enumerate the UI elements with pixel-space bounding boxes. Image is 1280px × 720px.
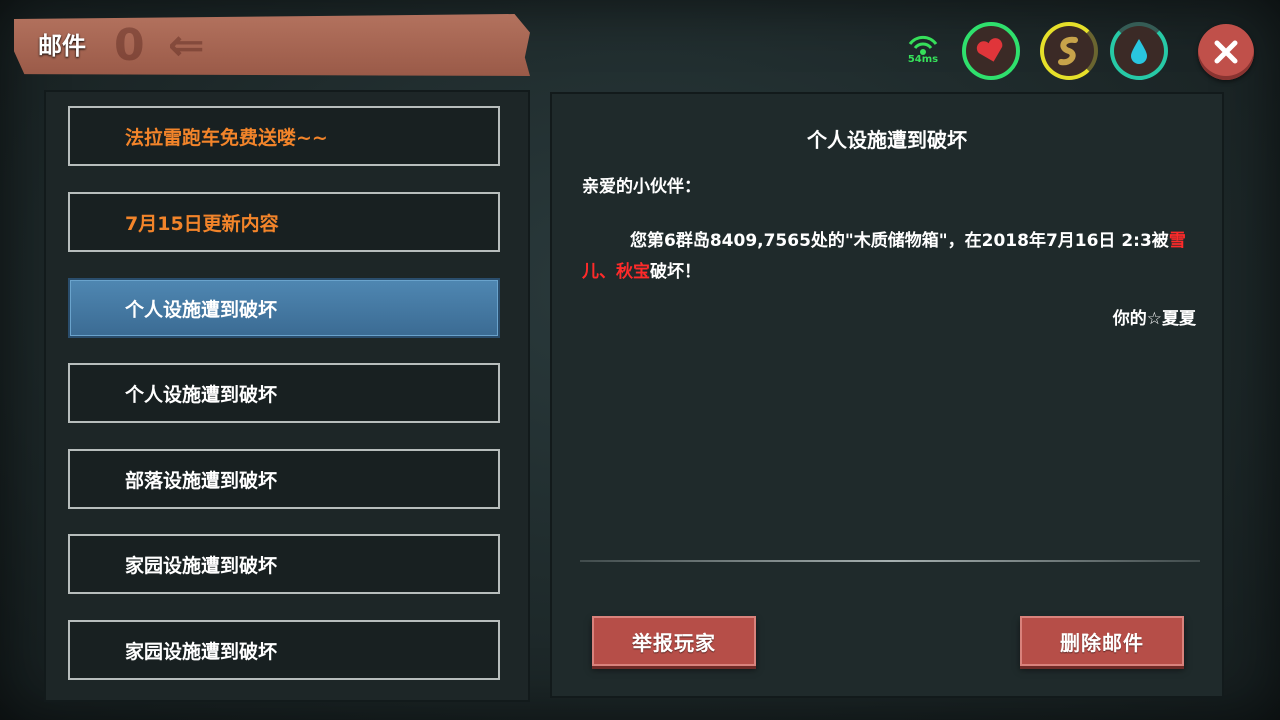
title-banner: 0 ⇐ — [14, 14, 530, 76]
wifi-signal-icon — [908, 35, 938, 55]
health-stat[interactable] — [962, 22, 1020, 80]
hunger-stat[interactable] — [1040, 22, 1098, 80]
mail-body-suffix: 破坏！ — [650, 262, 701, 282]
mail-signature: 你的☆夏夏 — [1112, 309, 1196, 329]
report-player-button[interactable]: 举报玩家 — [592, 616, 756, 666]
close-button[interactable] — [1198, 24, 1254, 80]
mail-item[interactable]: 家园设施遭到破坏 — [68, 620, 500, 680]
mail-item[interactable]: 个人设施遭到破坏 — [68, 363, 500, 423]
mail-title: 个人设施遭到破坏 — [807, 128, 967, 152]
network-ping: 54ms — [900, 30, 946, 72]
thirst-stat[interactable] — [1110, 22, 1168, 80]
heart-icon — [976, 38, 1003, 62]
page-title: 邮件 — [38, 32, 86, 60]
food-icon — [1058, 36, 1078, 66]
mail-body: 您第6群岛8409,7565处的"木质储物箱"，在2018年7月16日 2:3被… — [582, 226, 1202, 288]
close-icon — [1214, 40, 1238, 64]
divider — [580, 560, 1200, 562]
mail-item[interactable]: 家园设施遭到破坏 — [68, 534, 500, 594]
ping-value: 54ms — [907, 54, 939, 65]
banner-decoration: 0 ⇐ — [114, 20, 209, 71]
mail-item[interactable]: 7月15日更新内容 — [68, 192, 500, 252]
water-drop-icon — [1131, 39, 1147, 64]
mail-body-prefix: 您第6群岛8409,7565处的"木质储物箱"，在2018年7月16日 2:3被 — [630, 231, 1169, 251]
mail-list-panel: 法拉雷跑车免费送喽~~ 7月15日更新内容 个人设施遭到破坏 个人设施遭到破坏 … — [44, 90, 530, 702]
mail-item[interactable]: 部落设施遭到破坏 — [68, 449, 500, 509]
delete-mail-button[interactable]: 删除邮件 — [1020, 616, 1184, 666]
mail-item-selected[interactable]: 个人设施遭到破坏 — [68, 278, 500, 338]
mail-greeting: 亲爱的小伙伴： — [582, 177, 701, 197]
mail-item[interactable]: 法拉雷跑车免费送喽~~ — [68, 106, 500, 166]
mail-detail-panel: 个人设施遭到破坏 亲爱的小伙伴： 您第6群岛8409,7565处的"木质储物箱"… — [550, 92, 1224, 698]
